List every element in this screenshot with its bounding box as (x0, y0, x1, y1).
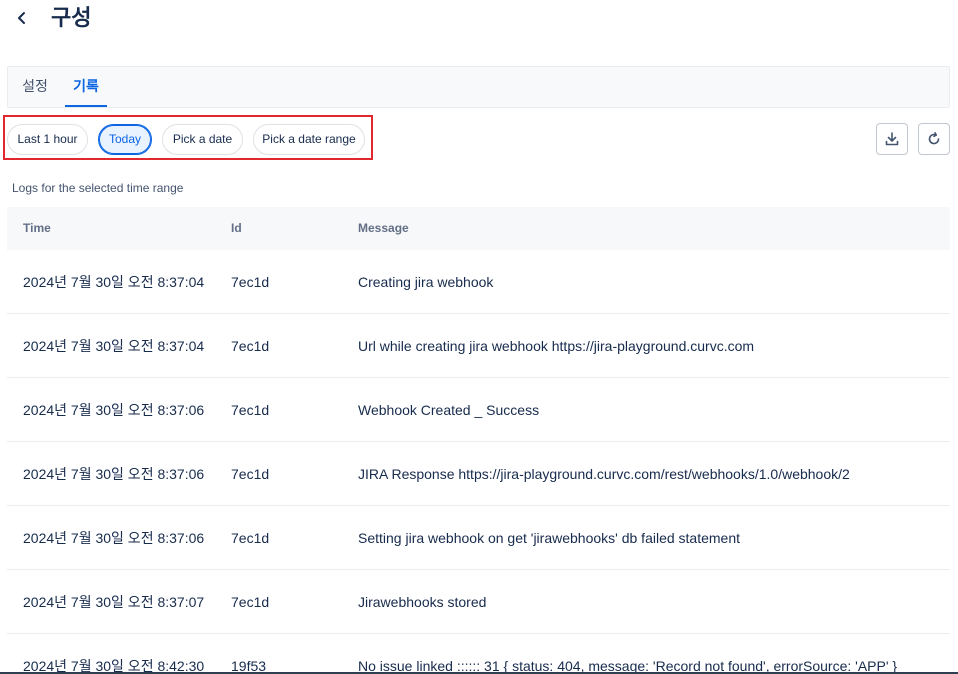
refresh-icon (928, 132, 940, 145)
tab-history-label: 기록 (73, 78, 99, 94)
cell-time: 2024년 7월 30일 오전 8:37:06 (23, 466, 205, 482)
cell-message: Creating jira webhook (358, 274, 494, 290)
column-header-id[interactable]: Id (231, 207, 242, 250)
cell-time: 2024년 7월 30일 오전 8:37:07 (23, 594, 205, 610)
table-row: 2024년 7월 30일 오전 8:37:06 7ec1d JIRA Respo… (7, 442, 950, 506)
table-row: 2024년 7월 30일 오전 8:37:06 7ec1d Setting ji… (7, 506, 950, 570)
filter-today[interactable]: Today (98, 124, 152, 155)
download-button[interactable] (876, 123, 908, 155)
page: 구성 설정 기록 Last 1 hour Today Pick a date P… (0, 0, 958, 674)
cell-time: 2024년 7월 30일 오전 8:37:04 (23, 338, 205, 354)
column-header-message[interactable]: Message (358, 207, 409, 250)
table-row: 2024년 7월 30일 오전 8:37:04 7ec1d Url while … (7, 314, 950, 378)
cell-message: Setting jira webhook on get 'jirawebhook… (358, 530, 741, 546)
filter-pick-a-date[interactable]: Pick a date (162, 124, 243, 155)
cell-id: 7ec1d (231, 466, 270, 482)
cell-message: No issue linked :::::: 31 { status: 404,… (358, 658, 898, 674)
chevron-left-icon (18, 12, 25, 24)
refresh-button[interactable] (918, 123, 950, 155)
tab-history[interactable]: 기록 (65, 67, 107, 107)
cell-id: 7ec1d (231, 594, 270, 610)
active-tab-indicator (65, 105, 107, 107)
cell-time: 2024년 7월 30일 오전 8:37:06 (23, 402, 205, 418)
cell-time: 2024년 7월 30일 오전 8:37:06 (23, 530, 205, 546)
download-icon (885, 132, 899, 146)
cell-id: 7ec1d (231, 338, 270, 354)
column-header-time[interactable]: Time (23, 207, 51, 250)
filter-last-1-hour[interactable]: Last 1 hour (7, 124, 88, 155)
cell-time: 2024년 7월 30일 오전 8:42:30 (23, 658, 205, 674)
cell-message: JIRA Response https://jira-playground.cu… (358, 466, 850, 482)
cell-id: 7ec1d (231, 402, 270, 418)
cell-message: Webhook Created _ Success (358, 402, 540, 418)
header: 구성 (0, 0, 958, 44)
cell-id: 19f53 (231, 658, 267, 674)
cell-message: Url while creating jira webhook https://… (358, 338, 755, 354)
table-row: 2024년 7월 30일 오전 8:37:06 7ec1d Webhook Cr… (7, 378, 950, 442)
tab-settings[interactable]: 설정 (14, 67, 56, 107)
back-button[interactable] (10, 6, 34, 30)
cell-id: 7ec1d (231, 274, 270, 290)
cell-time: 2024년 7월 30일 오전 8:37:04 (23, 274, 205, 290)
table-row: 2024년 7월 30일 오전 8:37:04 7ec1d Creating j… (7, 250, 950, 314)
cell-id: 7ec1d (231, 530, 270, 546)
table-header: Time Id Message (7, 207, 950, 250)
tab-bar: 설정 기록 (7, 66, 950, 108)
logs-caption: Logs for the selected time range (12, 181, 184, 195)
cell-message: Jirawebhooks stored (358, 594, 487, 610)
logs-table: Time Id Message 2024년 7월 30일 오전 8:37:04 … (7, 207, 950, 674)
page-title: 구성 (51, 5, 92, 30)
table-row: 2024년 7월 30일 오전 8:42:30 19f53 No issue l… (7, 634, 950, 674)
table-row: 2024년 7월 30일 오전 8:37:07 7ec1d Jirawebhoo… (7, 570, 950, 634)
filter-pick-a-date-range[interactable]: Pick a date range (253, 124, 365, 155)
